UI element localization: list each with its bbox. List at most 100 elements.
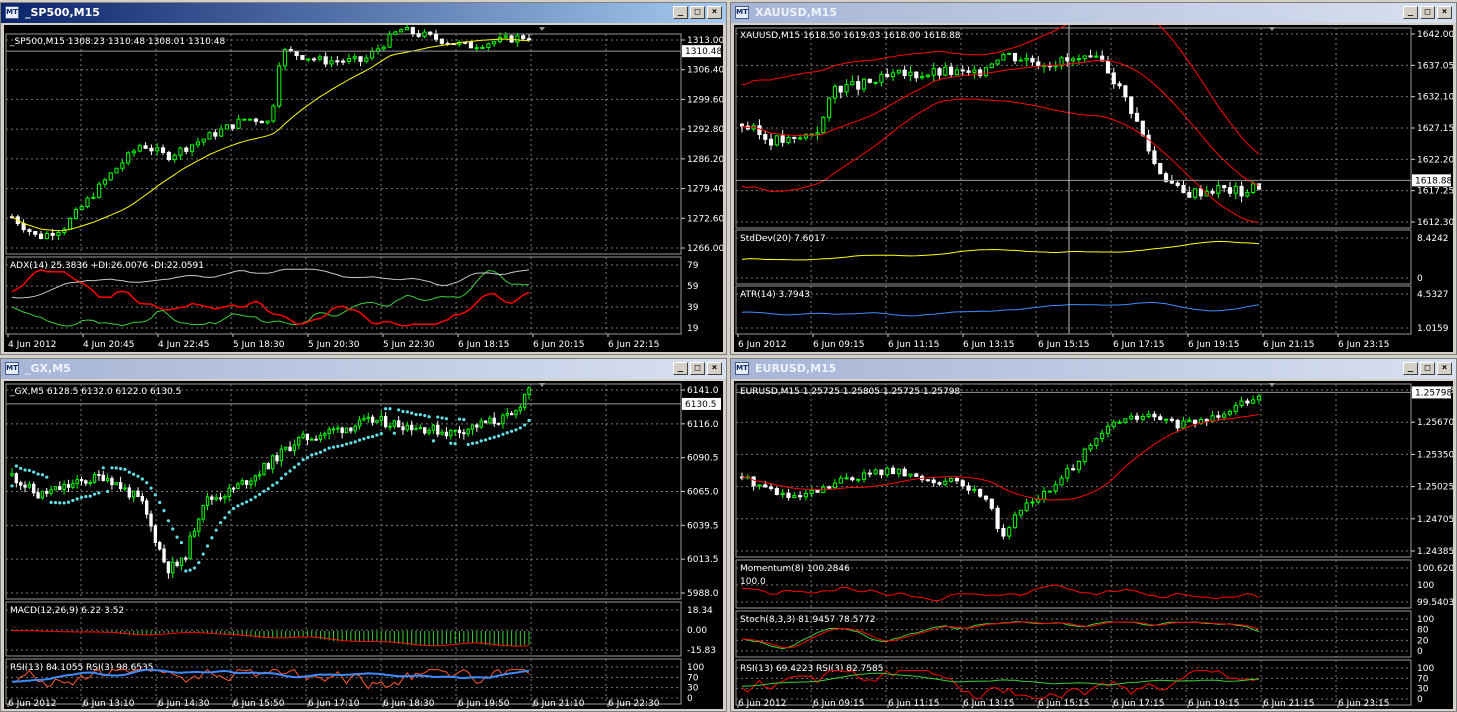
window-titlebar[interactable]: MT XAUUSD,M15 _ □ ×: [731, 3, 1456, 23]
candle-bull: [248, 118, 253, 121]
candle-bear: [966, 485, 971, 491]
parabolic-sar-dot: [457, 417, 462, 421]
candle-bull: [890, 72, 896, 78]
candle-bull: [392, 420, 397, 427]
minimize-button[interactable]: _: [1403, 362, 1418, 375]
chart-window-gx[interactable]: MT _GX,M5 _ □ × 6141.0 6116.0 6090.5 6065.0…: [0, 358, 727, 712]
price-axis-label: 1612.30: [1417, 218, 1453, 228]
chart-area[interactable]: 1.25798 1.25670 1.25350 1.25025 1.24705 1.243…: [734, 381, 1453, 709]
candle-bull: [832, 85, 838, 99]
candle-bear: [305, 433, 310, 441]
candle-bear: [483, 420, 488, 424]
close-button[interactable]: ×: [707, 362, 722, 375]
time-axis-label: 6 Jun 23:15: [1338, 699, 1389, 709]
candle-bear: [1216, 415, 1221, 418]
chart-canvas[interactable]: 6141.0 6116.0 6090.5 6065.0 6039.5 6013.5 5988…: [4, 381, 723, 709]
close-button[interactable]: ×: [707, 6, 722, 19]
minimize-button[interactable]: _: [673, 362, 688, 375]
chart-window-eurusd[interactable]: MT EURUSD,M15 _ □ × 1.25798 1.25670 1.2535…: [730, 358, 1457, 712]
chart-area[interactable]: 6141.0 6116.0 6090.5 6065.0 6039.5 6013.5 5988…: [4, 381, 723, 709]
candle-bull: [954, 69, 960, 75]
indicator-axis-label: 0: [1417, 647, 1423, 657]
maximize-button[interactable]: □: [1420, 362, 1435, 375]
candle-bear: [954, 478, 960, 482]
chart-symbol-label: _GX,M5 6128.5 6132.0 6122.0 6130.5: [9, 387, 181, 397]
candle-bull: [474, 47, 479, 50]
candle-bull: [453, 429, 457, 432]
chart-window-xauusd[interactable]: MT XAUUSD,M15 _ □ × 1642.00 1637.05 1632.1…: [730, 2, 1457, 355]
candle-bear: [396, 420, 401, 428]
candle-bear: [433, 33, 439, 40]
maximize-button[interactable]: □: [1420, 6, 1435, 19]
parabolic-sar-dot: [223, 516, 227, 520]
parabolic-sar-dot: [349, 441, 353, 445]
indicator-axis-label: 100: [1417, 581, 1434, 591]
candle-bear: [158, 541, 162, 550]
candle-bear: [153, 525, 158, 543]
close-button[interactable]: ×: [1437, 6, 1452, 19]
candle-bull: [405, 424, 410, 431]
candle-bear: [231, 487, 236, 490]
price-axis-label: 1313.00: [687, 36, 723, 46]
chart-window-sp500[interactable]: MT _SP500,M15 _ □ × 1313.00 1306.40 1299.6…: [0, 2, 727, 355]
candle-bear: [340, 427, 344, 434]
minimize-button[interactable]: _: [673, 6, 688, 19]
candle-bull: [503, 35, 508, 38]
candle-bear: [140, 496, 145, 502]
candle-bull: [943, 480, 948, 485]
price-axis-label: 1642.00: [1417, 30, 1453, 40]
candle-bull: [757, 484, 762, 487]
chart-area[interactable]: 1313.00 1306.40 1299.60 1292.80 1286.20 1279.…: [4, 25, 723, 352]
parabolic-sar-dot: [305, 456, 310, 460]
candle-bull: [1227, 410, 1233, 415]
candle-bull: [344, 427, 349, 434]
indicator-axis-label: 100.6206: [1417, 564, 1453, 574]
candle-bull: [1041, 490, 1047, 500]
parabolic-sar-dot: [101, 466, 105, 470]
maximize-button[interactable]: □: [690, 6, 705, 19]
parabolic-sar-dot: [488, 436, 492, 441]
parabolic-sar-dot: [179, 540, 184, 545]
indicator-label: MACD(12,26,9) 6.22 3.52: [10, 606, 124, 616]
candle-bull: [856, 478, 861, 481]
candle-bull: [108, 172, 113, 181]
parabolic-sar-dot: [10, 484, 14, 488]
candle-bull: [306, 58, 311, 61]
candle-bear: [143, 145, 148, 149]
candle-bull: [1018, 59, 1023, 62]
parabolic-sar-dot: [49, 500, 53, 505]
close-button[interactable]: ×: [1437, 362, 1452, 375]
candle-bear: [1111, 72, 1116, 85]
chart-canvas[interactable]: 1.25798 1.25670 1.25350 1.25025 1.24705 1.243…: [734, 381, 1453, 709]
candle-bull: [301, 433, 305, 439]
window-titlebar[interactable]: MT _SP500,M15 _ □ ×: [1, 3, 726, 23]
candle-bull: [197, 518, 201, 532]
candle-bull: [370, 50, 375, 59]
candle-bull: [399, 29, 404, 33]
price-axis-label: 1.25350: [1417, 450, 1453, 460]
candle-bear: [995, 507, 1000, 529]
maximize-button[interactable]: □: [690, 362, 705, 375]
candle-bull: [896, 69, 901, 74]
chart-symbol-label: _SP500,M15 1308.23 1310.48 1308.01 1310.…: [9, 37, 225, 47]
candle-bull: [323, 432, 327, 436]
parabolic-sar-dot: [470, 441, 475, 445]
candle-bull: [873, 81, 878, 84]
chart-canvas[interactable]: 1642.00 1637.05 1632.10 1627.15 1622.20 1617.…: [734, 25, 1453, 352]
candle-bull: [1111, 421, 1116, 427]
candle-bear: [97, 473, 101, 476]
window-titlebar[interactable]: MT EURUSD,M15 _ □ ×: [731, 359, 1456, 379]
time-axis-label: 6 Jun 22:15: [608, 340, 659, 350]
chart-area[interactable]: 1642.00 1637.05 1632.10 1627.15 1622.20 1617.…: [734, 25, 1453, 352]
chart-canvas[interactable]: 1313.00 1306.40 1299.60 1292.80 1286.20 1279.…: [4, 25, 723, 352]
candle-bull: [861, 472, 867, 480]
candle-bear: [815, 489, 820, 493]
indicator-level-label: 100.0: [740, 577, 766, 587]
candle-bull: [114, 167, 119, 174]
candle-bull: [1024, 502, 1029, 511]
candle-bull: [501, 414, 505, 425]
candle-bull: [236, 483, 240, 489]
time-axis-label: 6 Jun 09:15: [813, 699, 864, 709]
window-titlebar[interactable]: MT _GX,M5 _ □ ×: [1, 359, 726, 379]
minimize-button[interactable]: _: [1403, 6, 1418, 19]
